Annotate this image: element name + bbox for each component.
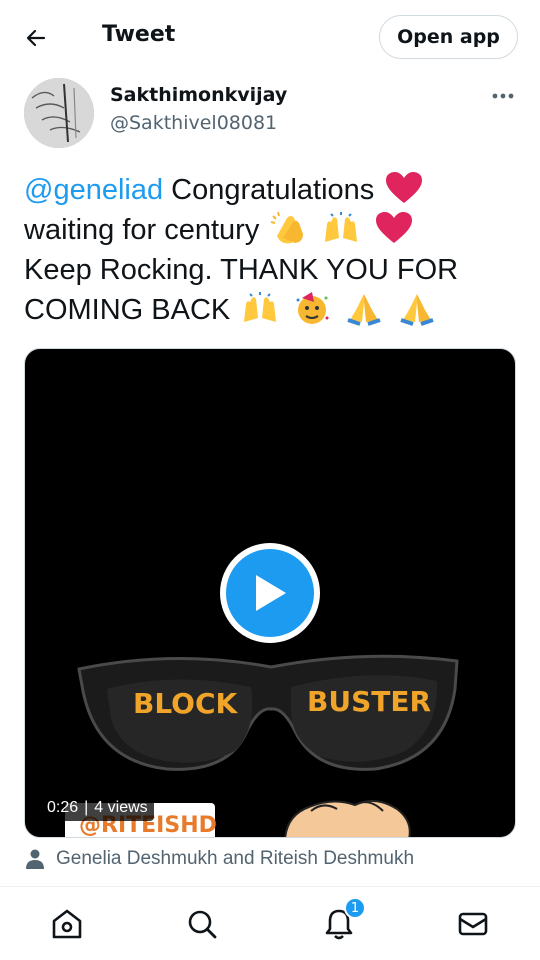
raising-hands-icon xyxy=(244,292,277,322)
glasses-left-text: BLOCK xyxy=(133,687,238,720)
folded-hands-icon xyxy=(399,294,434,326)
video-views: 4 views xyxy=(94,799,148,816)
nav-search[interactable] xyxy=(183,905,221,943)
video-player[interactable]: BLOCK BUSTER @RITEISHD 0:26 | 4 views xyxy=(24,348,516,838)
avatar[interactable] xyxy=(24,78,94,148)
nav-home[interactable] xyxy=(48,905,86,943)
more-options-button[interactable] xyxy=(488,84,518,108)
play-icon xyxy=(256,575,286,611)
home-icon xyxy=(52,909,82,939)
person-icon xyxy=(26,849,44,869)
video-duration: 0:26 xyxy=(47,799,79,816)
raising-hands-icon xyxy=(325,212,358,242)
red-heart-icon xyxy=(375,212,412,243)
party-face-icon xyxy=(296,292,329,324)
author-name[interactable]: Sakthimonkvijay xyxy=(110,84,287,106)
notification-badge: 1 xyxy=(344,897,366,919)
folded-hands-icon xyxy=(347,294,382,326)
mention-link[interactable]: @geneliad xyxy=(24,174,163,206)
tweet-text: @geneliad Congratulations waiting for ce… xyxy=(24,170,524,330)
page-title: Tweet xyxy=(102,22,176,47)
back-button[interactable] xyxy=(16,18,56,58)
open-app-button[interactable]: Open app xyxy=(379,15,518,59)
red-heart-icon xyxy=(386,172,423,203)
author-handle[interactable]: @Sakthivel08081 xyxy=(110,112,277,134)
bottom-nav: 1 xyxy=(0,886,540,960)
tweet-line-2: waiting for century xyxy=(24,214,260,246)
mail-icon xyxy=(458,912,488,936)
nav-notifications[interactable]: 1 xyxy=(320,897,366,943)
play-button[interactable] xyxy=(220,543,320,643)
tagged-people[interactable]: Genelia Deshmukh and Riteish Deshmukh xyxy=(24,846,414,872)
tweet-line-1: Congratulations xyxy=(163,174,375,206)
search-icon xyxy=(188,910,217,939)
arrow-left-icon xyxy=(26,29,46,47)
clapping-hands-icon xyxy=(271,211,304,244)
glasses-right-text: BUSTER xyxy=(307,685,432,718)
nav-messages[interactable] xyxy=(454,905,492,943)
tagged-people-text: Genelia Deshmukh and Riteish Deshmukh xyxy=(56,848,415,869)
divider: | xyxy=(84,799,89,816)
top-bar: Tweet Open app xyxy=(0,0,540,74)
more-horizontal-icon xyxy=(492,93,514,99)
video-meta-badge: 0:26 | 4 views xyxy=(41,795,154,821)
